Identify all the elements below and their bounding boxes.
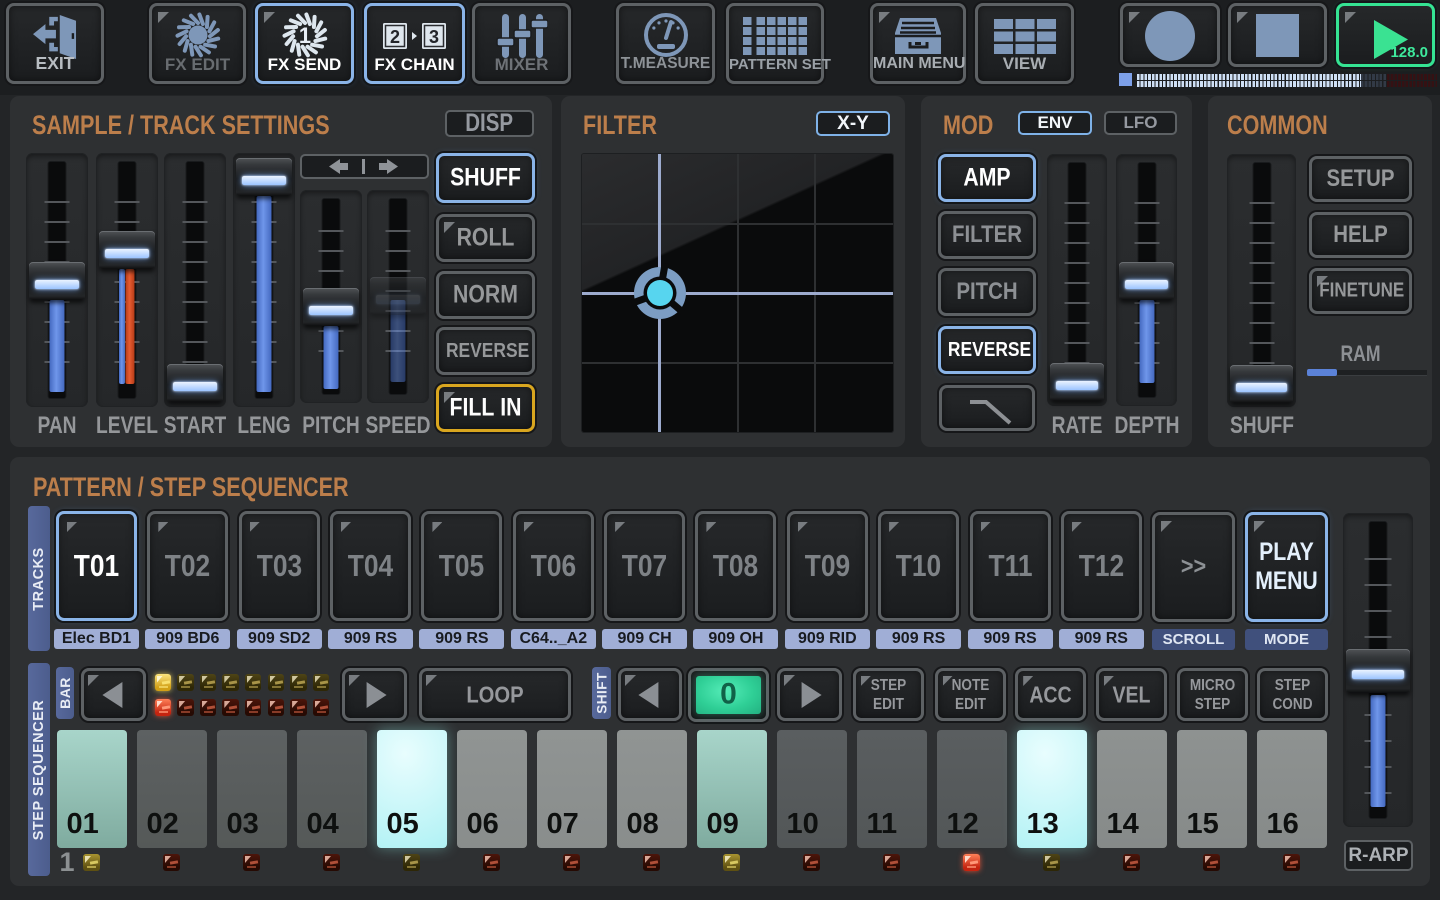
- svg-text:1: 1: [298, 23, 310, 48]
- svg-text:2: 2: [390, 27, 400, 47]
- svg-text:3: 3: [429, 27, 439, 47]
